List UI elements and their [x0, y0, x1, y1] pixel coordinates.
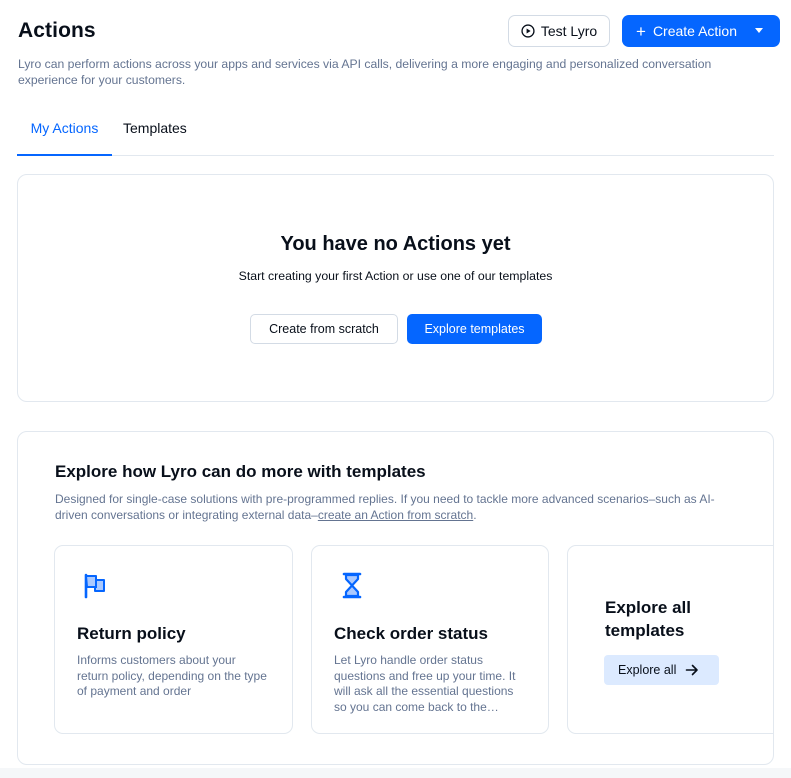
templates-heading: Explore how Lyro can do more with templa… — [55, 462, 426, 481]
flag-icon — [84, 573, 105, 599]
tab-bar: My Actions Templates — [17, 112, 774, 156]
create-from-scratch-link[interactable]: create an Action from scratch — [318, 508, 473, 522]
create-action-label: Create Action — [652, 23, 737, 39]
template-card-order-status[interactable]: Check order status Let Lyro handle order… — [311, 545, 549, 734]
tab-templates[interactable]: Templates — [123, 120, 187, 156]
template-card-return-policy[interactable]: Return policy Informs customers about yo… — [54, 545, 293, 734]
empty-state-title: You have no Actions yet — [280, 233, 511, 255]
explore-all-title: Explore all templates — [605, 598, 691, 640]
templates-description-end: . — [473, 508, 477, 522]
empty-state-subtitle: Start creating your first Action or use … — [238, 269, 553, 283]
template-title: Check order status — [334, 624, 488, 643]
explore-templates-button[interactable]: Explore templates — [407, 314, 542, 344]
explore-all-label: Explore all — [618, 663, 677, 677]
empty-state-card: You have no Actions yet Start creating y… — [17, 174, 774, 402]
template-description: Informs customers about your return poli… — [77, 653, 267, 698]
page-bottom-edge — [0, 768, 791, 778]
tab-my-actions[interactable]: My Actions — [17, 120, 112, 156]
create-from-scratch-button[interactable]: Create from scratch — [250, 314, 398, 344]
explore-all-card[interactable]: Explore all templates Explore all — [567, 545, 773, 734]
test-lyro-button[interactable]: Test Lyro — [508, 15, 610, 47]
page-description: Lyro can perform actions across your app… — [18, 57, 712, 87]
arrow-right-icon — [686, 664, 699, 676]
play-circle-icon — [521, 24, 535, 38]
test-lyro-label: Test Lyro — [540, 23, 598, 39]
hourglass-icon — [342, 572, 362, 599]
template-description: Let Lyro handle order status questions a… — [334, 653, 516, 714]
explore-all-button[interactable]: Explore all — [604, 655, 719, 685]
template-title: Return policy — [77, 624, 186, 643]
chevron-down-icon[interactable] — [755, 28, 763, 33]
create-action-button[interactable]: + Create Action — [622, 15, 780, 47]
plus-icon: + — [636, 21, 646, 41]
templates-description: Designed for single-case solutions with … — [55, 491, 725, 523]
templates-section: Explore how Lyro can do more with templa… — [17, 431, 774, 765]
